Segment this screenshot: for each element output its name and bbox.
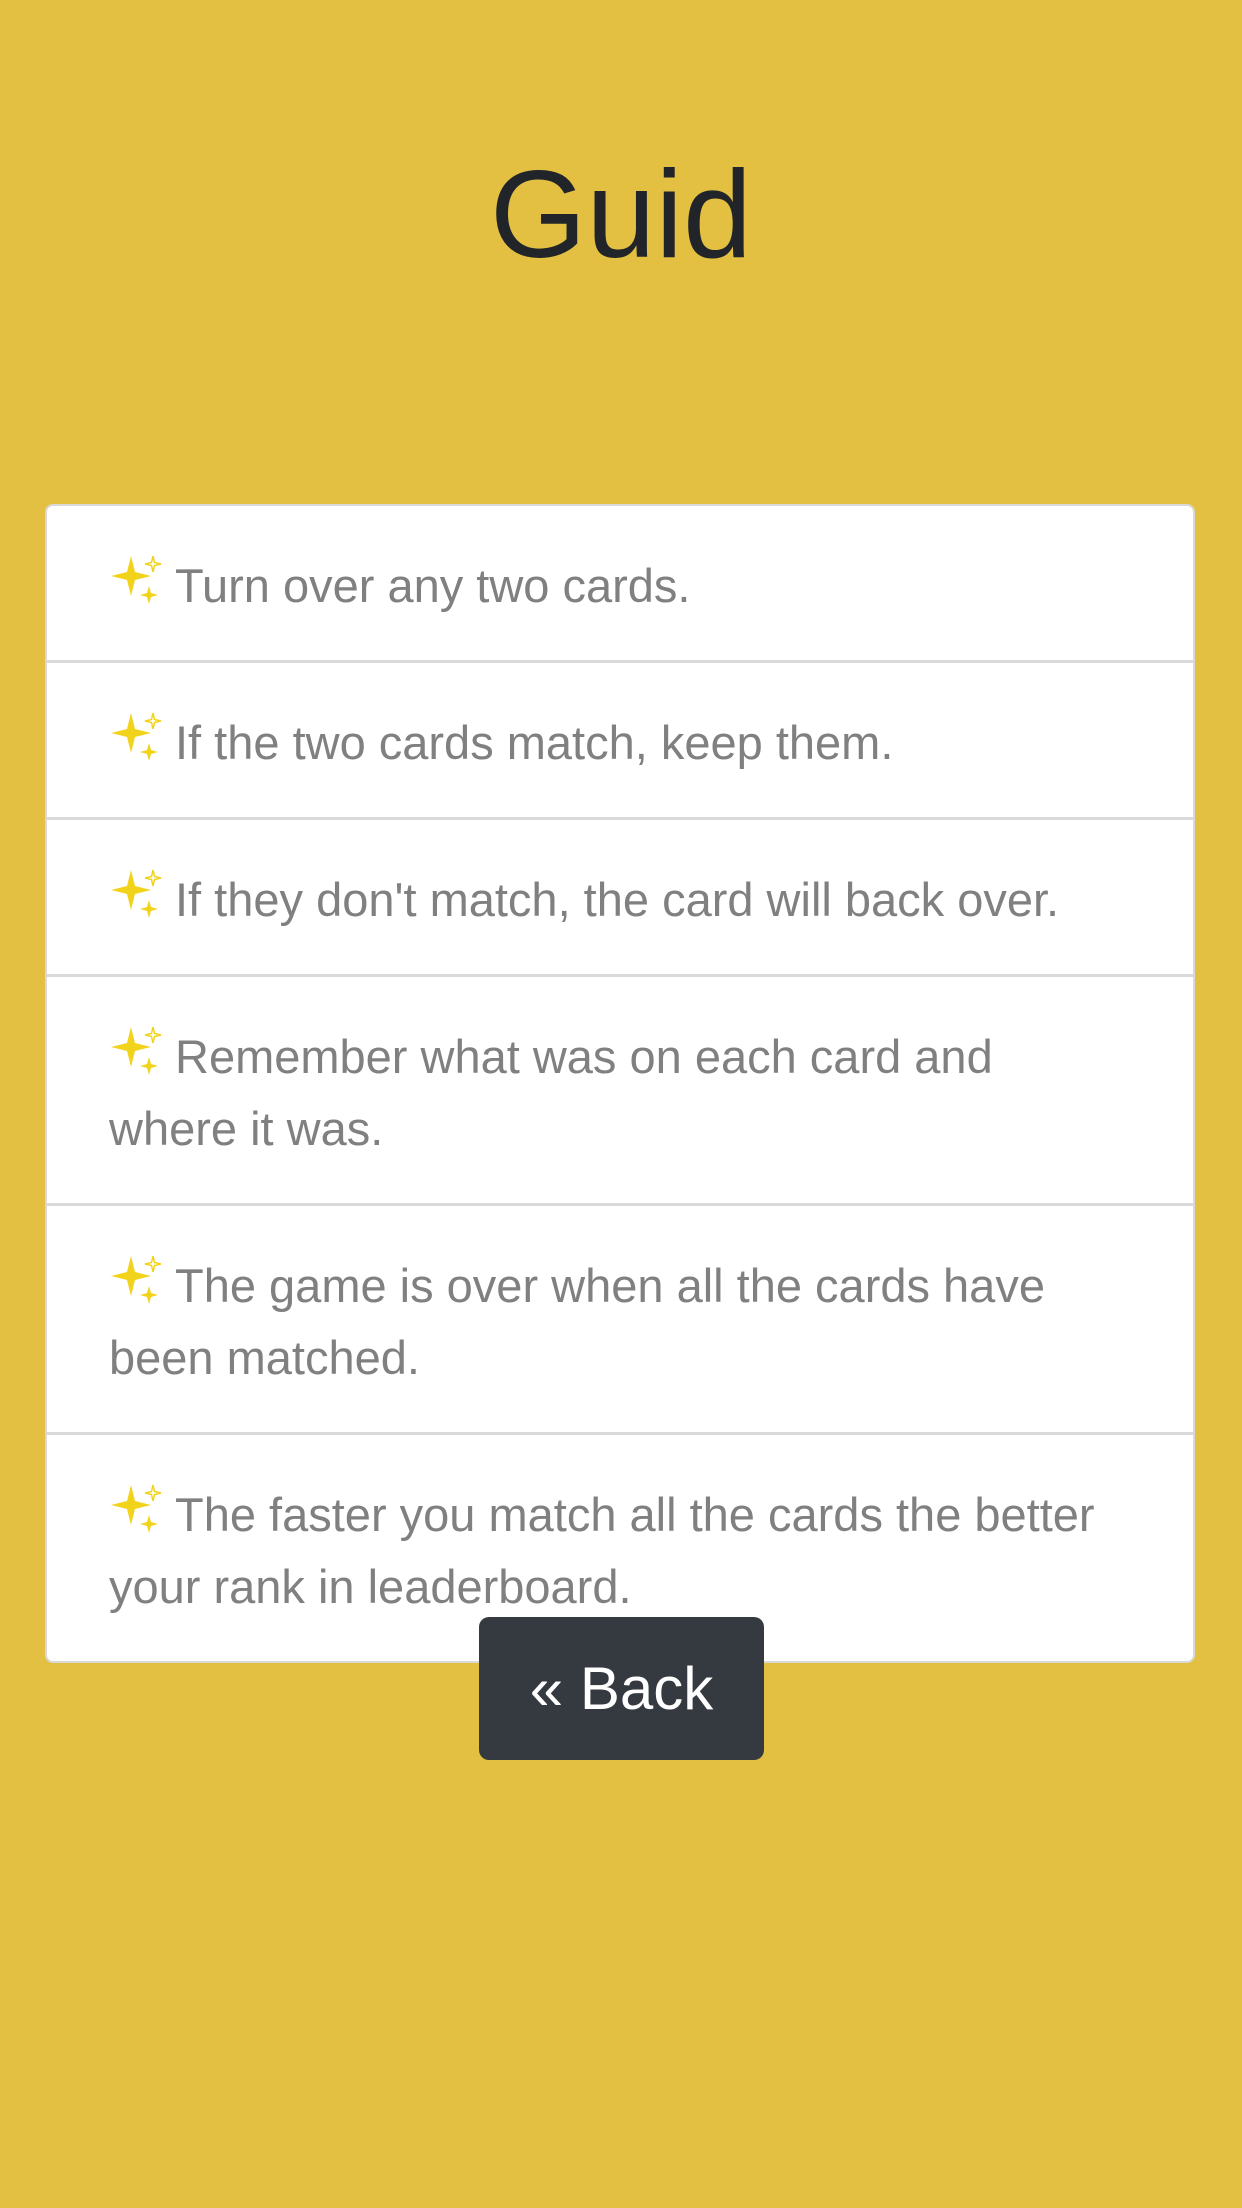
guide-item-text: Turn over any two cards. [175, 559, 691, 612]
guide-item-text: The game is over when all the cards have… [109, 1259, 1045, 1384]
guide-item-text: If they don't match, the card will back … [175, 873, 1060, 926]
sparkles-icon [111, 555, 162, 604]
page-title: Guid [490, 146, 752, 284]
sparkles-icon [111, 1484, 162, 1533]
guide-item-text: If the two cards match, keep them. [175, 716, 894, 769]
sparkles-icon [111, 1255, 162, 1304]
guide-item-text: The faster you match all the cards the b… [109, 1488, 1095, 1613]
sparkles-icon [111, 869, 162, 918]
list-item: If the two cards match, keep them. [47, 660, 1193, 817]
list-item: If they don't match, the card will back … [47, 817, 1193, 974]
list-item: The game is over when all the cards have… [47, 1203, 1193, 1432]
guide-item-text: Remember what was on each card and where… [109, 1030, 993, 1155]
guide-list: Turn over any two cards. If the two card… [45, 504, 1195, 1663]
sparkles-icon [111, 1026, 162, 1075]
back-button[interactable]: « Back [479, 1617, 764, 1760]
list-item: Remember what was on each card and where… [47, 974, 1193, 1203]
sparkles-icon [111, 712, 162, 761]
list-item: Turn over any two cards. [47, 506, 1193, 660]
